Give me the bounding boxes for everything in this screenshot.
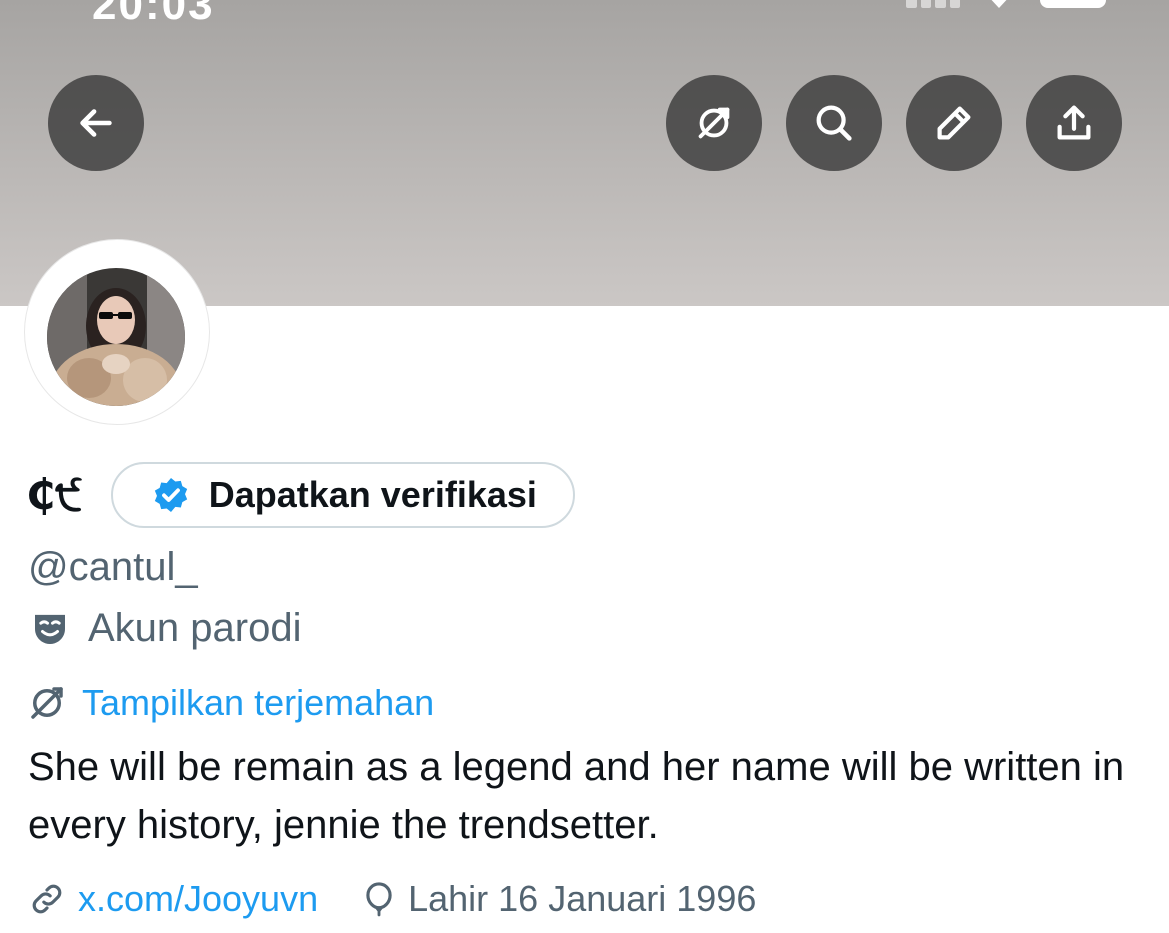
search-icon bbox=[816, 105, 852, 141]
avatar-photo bbox=[47, 268, 185, 406]
show-translation-label: Tampilkan terjemahan bbox=[82, 682, 435, 723]
profile-bio: She will be remain as a legend and her n… bbox=[28, 745, 1125, 847]
user-handle: @cantul_ bbox=[28, 545, 198, 589]
translate-button[interactable] bbox=[666, 75, 762, 171]
pencil-icon bbox=[937, 106, 971, 140]
get-verified-label: Dapatkan verifikasi bbox=[208, 474, 537, 515]
birth-date: Lahir 16 Januari 1996 bbox=[408, 878, 757, 919]
translate-icon bbox=[31, 687, 63, 719]
translate-icon bbox=[698, 107, 730, 139]
get-verified-button[interactable]: Dapatkan verifikasi bbox=[110, 462, 575, 528]
share-icon bbox=[1057, 105, 1091, 140]
profile-link[interactable]: x.com/Jooyuvn bbox=[78, 878, 318, 920]
parody-label-row: Akun parodi bbox=[30, 606, 301, 651]
theater-mask-icon bbox=[35, 614, 65, 644]
link-icon bbox=[32, 884, 62, 914]
edit-button[interactable] bbox=[906, 75, 1002, 171]
name-row: ₵੯ Dapatkan verifikasi bbox=[26, 462, 575, 528]
back-button[interactable] bbox=[48, 75, 144, 171]
share-button[interactable] bbox=[1026, 75, 1122, 171]
search-button[interactable] bbox=[786, 75, 882, 171]
verified-badge-icon bbox=[154, 478, 187, 512]
signal-icon bbox=[906, 0, 960, 8]
show-translation-link[interactable]: Tampilkan terjemahan bbox=[26, 682, 434, 724]
avatar[interactable] bbox=[47, 268, 185, 406]
balloon-icon bbox=[366, 882, 392, 917]
arrow-left-icon bbox=[80, 109, 112, 137]
battery-icon bbox=[1040, 0, 1106, 8]
parody-label: Akun parodi bbox=[88, 606, 302, 650]
display-name: ₵੯ bbox=[26, 470, 83, 519]
status-time: 20:03 bbox=[92, 0, 215, 29]
profile-meta-row: x.com/Jooyuvn Lahir 16 Januari 1996 bbox=[28, 878, 756, 920]
